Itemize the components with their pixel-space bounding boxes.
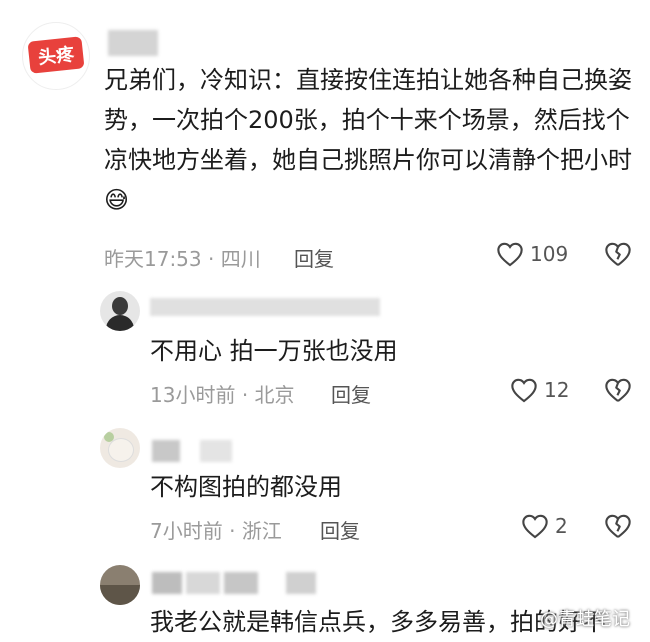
like-button[interactable]: 2: [521, 513, 568, 539]
dislike-button[interactable]: [604, 377, 632, 407]
broken-heart-icon: [605, 378, 631, 402]
heart-outline-icon: [522, 514, 548, 539]
sweat-smile-emoji-icon: 😅: [104, 186, 130, 214]
like-count: 109: [530, 242, 569, 266]
comment-time: 昨天17:53: [104, 247, 202, 271]
heart-outline-icon: [511, 378, 537, 403]
watermark: @青蛙笔记: [540, 609, 630, 630]
avatar-reply-2[interactable]: [100, 428, 140, 468]
avatar-reply-3[interactable]: [100, 565, 140, 605]
avatar-flower: [104, 432, 114, 442]
like-count: 12: [544, 378, 570, 402]
dislike-button[interactable]: [604, 513, 632, 543]
avatar-toutou[interactable]: 头疼: [22, 22, 90, 90]
username-redacted[interactable]: [150, 298, 380, 316]
comment-meta: 昨天17:53 · 四川: [104, 243, 261, 272]
comment-body: 兄弟们，冷知识：直接按住连拍让她各种自己换姿势，一次拍个200张，拍个十来个场景…: [104, 66, 632, 174]
comment-location: 浙江: [241, 519, 282, 543]
comment-meta: 7小时前 · 浙江: [150, 515, 282, 544]
comment-time: 13小时前: [150, 383, 236, 407]
avatar-reply-1[interactable]: [100, 291, 140, 331]
avatar-badge: 头疼: [27, 36, 85, 74]
avatar-photo: [108, 438, 134, 462]
comment-text: 我老公就是韩信点兵，多多易善，拍的好不: [150, 608, 606, 636]
username-redacted[interactable]: [286, 572, 316, 594]
username-redacted[interactable]: [152, 440, 180, 462]
reply-button[interactable]: 回复: [331, 379, 371, 408]
comment-location: 北京: [254, 383, 295, 407]
like-count: 2: [555, 514, 568, 538]
like-button[interactable]: 12: [510, 377, 569, 403]
reply-button[interactable]: 回复: [320, 515, 360, 544]
reply-button[interactable]: 回复: [294, 243, 334, 272]
username-redacted[interactable]: [200, 440, 232, 462]
comment-text: 不用心 拍一万张也没用: [150, 337, 398, 365]
avatar-photo: [100, 585, 140, 605]
heart-outline-icon: [497, 242, 523, 267]
meta-separator: ·: [208, 247, 221, 271]
meta-separator: ·: [241, 383, 255, 407]
username-redacted[interactable]: [186, 572, 220, 594]
comment-text: 不构图拍的都没用: [150, 473, 342, 501]
broken-heart-icon: [605, 514, 631, 538]
meta-separator: ·: [229, 519, 242, 543]
comment-text: 兄弟们，冷知识：直接按住连拍让她各种自己换姿势，一次拍个200张，拍个十来个场景…: [104, 60, 644, 220]
comment-location: 四川: [220, 247, 261, 271]
comment-time: 7小时前: [150, 519, 223, 543]
dislike-button[interactable]: [604, 241, 632, 271]
like-button[interactable]: 109: [496, 241, 568, 267]
username-redacted[interactable]: [108, 30, 158, 56]
avatar-portrait: [112, 297, 128, 315]
avatar-shoulders: [106, 315, 134, 331]
comment-meta: 13小时前 · 北京: [150, 379, 295, 408]
username-redacted[interactable]: [224, 572, 258, 594]
username-redacted[interactable]: [152, 572, 182, 594]
broken-heart-icon: [605, 242, 631, 266]
